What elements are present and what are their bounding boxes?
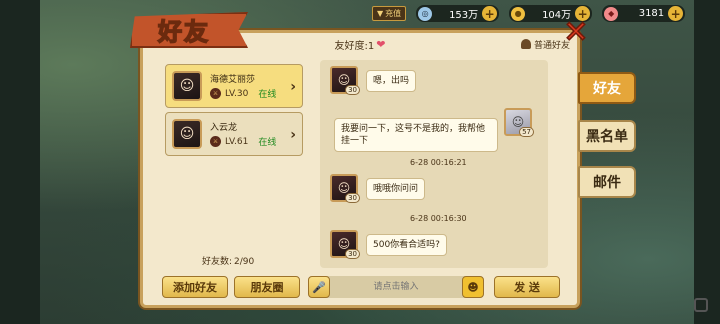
avatar: ☺ — [172, 71, 202, 101]
silver-value: 153万 — [449, 10, 479, 21]
add-silver-button[interactable]: + — [482, 6, 498, 21]
currency-bar: ▼ 充值 ◎ 153万 + ● 104万 + ◆ 3181 + — [372, 5, 686, 22]
gem-icon: ◆ — [604, 6, 619, 21]
level-badge: 30 — [345, 193, 360, 203]
level-icon: ⚔ — [210, 136, 221, 147]
avatar[interactable]: ☺ 30 — [330, 230, 360, 259]
timestamp: 6-28 00:16:21 — [410, 158, 467, 167]
avatar[interactable]: ☺ 30 — [330, 66, 360, 95]
friend-count-value: 2/90 — [234, 257, 255, 267]
chat-input-bar: 🎤 ☻ — [308, 276, 484, 298]
microphone-icon[interactable]: 🎤 — [308, 276, 330, 298]
gold-coin-icon: ● — [511, 6, 526, 21]
chevron-right-icon: › — [290, 127, 296, 143]
avatar: ☺ — [172, 119, 202, 149]
friend-card[interactable]: ☺ 入云龙 ⚔ LV.61 在线 › — [165, 112, 303, 156]
chat-bubble: 嗯，出吗 — [366, 70, 417, 92]
level-badge: 30 — [345, 85, 360, 95]
friend-count: 好友数: 2/90 — [200, 254, 254, 267]
chat-bubble: 500你看合适吗? — [366, 234, 447, 256]
level-icon: ⚔ — [210, 88, 221, 99]
chevron-right-icon: › — [290, 79, 296, 95]
avatar[interactable]: ☺ 57 — [504, 108, 534, 137]
recharge-label: 充值 — [385, 9, 402, 18]
avatar[interactable]: ☺ 30 — [330, 174, 360, 203]
friend-status: 在线 — [258, 138, 277, 148]
left-edge — [0, 0, 40, 324]
friend-name: 入云龙 — [210, 123, 238, 133]
timestamp: 6-28 00:16:30 — [410, 214, 467, 223]
friend-name: 海德艾丽莎 — [210, 75, 256, 85]
chat-bubble: 哦哦你问问 — [366, 178, 426, 200]
person-icon — [520, 39, 531, 49]
tab-friends[interactable]: 好友 — [578, 72, 636, 104]
system-home-icon[interactable] — [694, 298, 708, 312]
right-edge — [694, 0, 720, 324]
favorability-label: 友好度:1 — [334, 40, 375, 52]
friend-status: 在线 — [258, 90, 277, 100]
level-badge: 30 — [345, 249, 360, 259]
friend-level: LV.61 — [225, 136, 249, 147]
gem-currency: ◆ 3181 + — [602, 5, 686, 22]
gem-value: 3181 — [638, 8, 665, 19]
friend-level: LV.30 — [225, 88, 249, 99]
level-badge: 57 — [519, 127, 534, 137]
tab-blacklist[interactable]: 黑名单 — [578, 120, 636, 152]
chat-bubble: 我要问一下，这号不是我的，我帮他挂一下 — [334, 118, 498, 152]
favorability: 友好度:1 ❤ — [335, 37, 386, 52]
add-friend-button[interactable]: 添加好友 — [162, 276, 228, 298]
friend-list: ☺ 海德艾丽莎 ⚔ LV.30 在线 › ☺ 入云龙 ⚔ LV.61 在线 › — [165, 64, 305, 160]
heart-icon: ❤ — [376, 37, 386, 51]
panel-header: 友好度:1 ❤ 普通好友 — [150, 36, 570, 52]
chat-area[interactable]: ☺ 30 嗯，出吗 ☺ 57 我要问一下，这号不是我的，我帮他挂一下 6-28 00… — [320, 60, 548, 268]
friend-card[interactable]: ☺ 海德艾丽莎 ⚔ LV.30 在线 › — [165, 64, 303, 108]
tab-mail[interactable]: 邮件 — [578, 166, 636, 198]
friend-count-label: 好友数: — [202, 257, 233, 267]
silver-coin-icon: ◎ — [418, 6, 433, 21]
chat-input[interactable] — [330, 277, 462, 297]
recharge-button[interactable]: ▼ 充值 — [372, 6, 407, 21]
emoji-icon[interactable]: ☻ — [462, 276, 484, 298]
friend-type: 普通好友 — [520, 38, 570, 51]
silver-currency: ◎ 153万 + — [416, 5, 500, 22]
friend-type-label: 普通好友 — [533, 40, 570, 51]
send-button[interactable]: 发 送 — [494, 276, 560, 298]
add-gem-button[interactable]: + — [668, 6, 684, 21]
moments-button[interactable]: 朋友圈 — [234, 276, 300, 298]
dropdown-icon: ▼ — [377, 9, 384, 18]
